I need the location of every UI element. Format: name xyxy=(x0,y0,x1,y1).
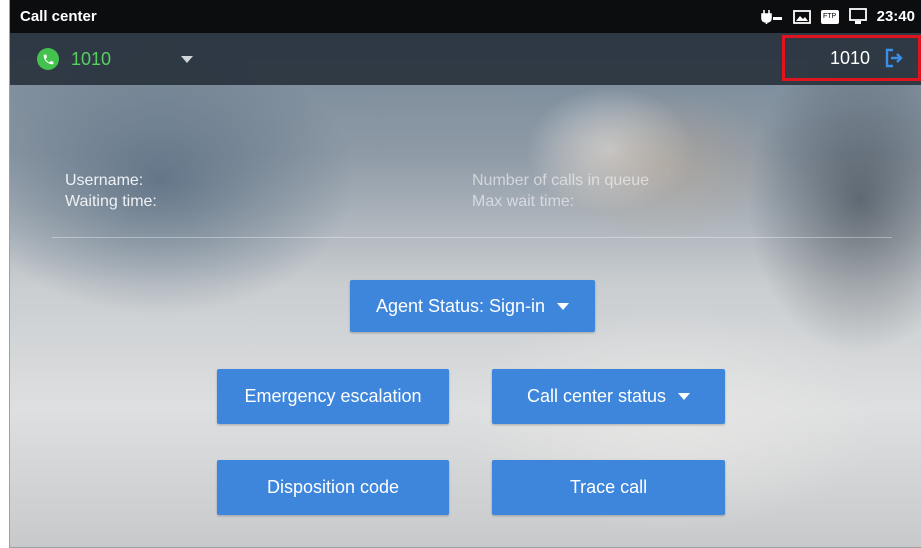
max-wait-time-label: Max wait time: xyxy=(472,193,575,210)
calls-in-queue-label: Number of calls in queue xyxy=(472,172,649,189)
agent-info: Username: Waiting time: xyxy=(65,170,157,212)
chevron-down-icon[interactable] xyxy=(181,55,194,63)
chevron-down-icon xyxy=(557,302,570,310)
image-icon xyxy=(792,9,811,24)
app-frame: Call center FTP 23:40 1010 1010 Username… xyxy=(9,0,921,548)
status-bar: Call center FTP 23:40 xyxy=(10,0,921,33)
emergency-escalation-button[interactable]: Emergency escalation xyxy=(217,369,449,424)
poe-icon xyxy=(760,9,782,24)
divider xyxy=(52,237,892,238)
account-selector[interactable]: 1010 xyxy=(10,48,194,70)
signed-in-highlight: 1010 xyxy=(782,35,921,81)
trace-call-label: Trace call xyxy=(569,477,648,497)
signed-in-number: 1010 xyxy=(829,47,870,68)
disposition-code-label: Disposition code xyxy=(266,477,400,497)
status-icons: FTP 23:40 xyxy=(760,8,921,25)
waiting-time-label: Waiting time: xyxy=(65,193,157,210)
call-center-status-button[interactable]: Call center status xyxy=(492,369,725,424)
clock: 23:40 xyxy=(876,8,915,25)
agent-status-button[interactable]: Agent Status: Sign-in xyxy=(350,280,595,332)
disposition-code-button[interactable]: Disposition code xyxy=(217,460,449,515)
logout-icon[interactable] xyxy=(884,48,904,68)
trace-call-button[interactable]: Trace call xyxy=(492,460,725,515)
queue-info: Number of calls in queue Max wait time: xyxy=(472,170,649,212)
phone-icon xyxy=(37,48,59,70)
agent-status-label: Agent Status: Sign-in xyxy=(375,295,546,316)
call-center-status-label: Call center status xyxy=(526,386,667,406)
account-toolbar: 1010 1010 xyxy=(10,33,921,85)
ftp-icon: FTP xyxy=(820,9,839,24)
emergency-escalation-label: Emergency escalation xyxy=(244,386,422,406)
account-number: 1010 xyxy=(71,48,112,69)
monitor-icon xyxy=(848,8,867,24)
chevron-down-icon xyxy=(678,393,691,400)
app-title: Call center xyxy=(20,8,97,25)
username-label: Username: xyxy=(65,172,144,189)
